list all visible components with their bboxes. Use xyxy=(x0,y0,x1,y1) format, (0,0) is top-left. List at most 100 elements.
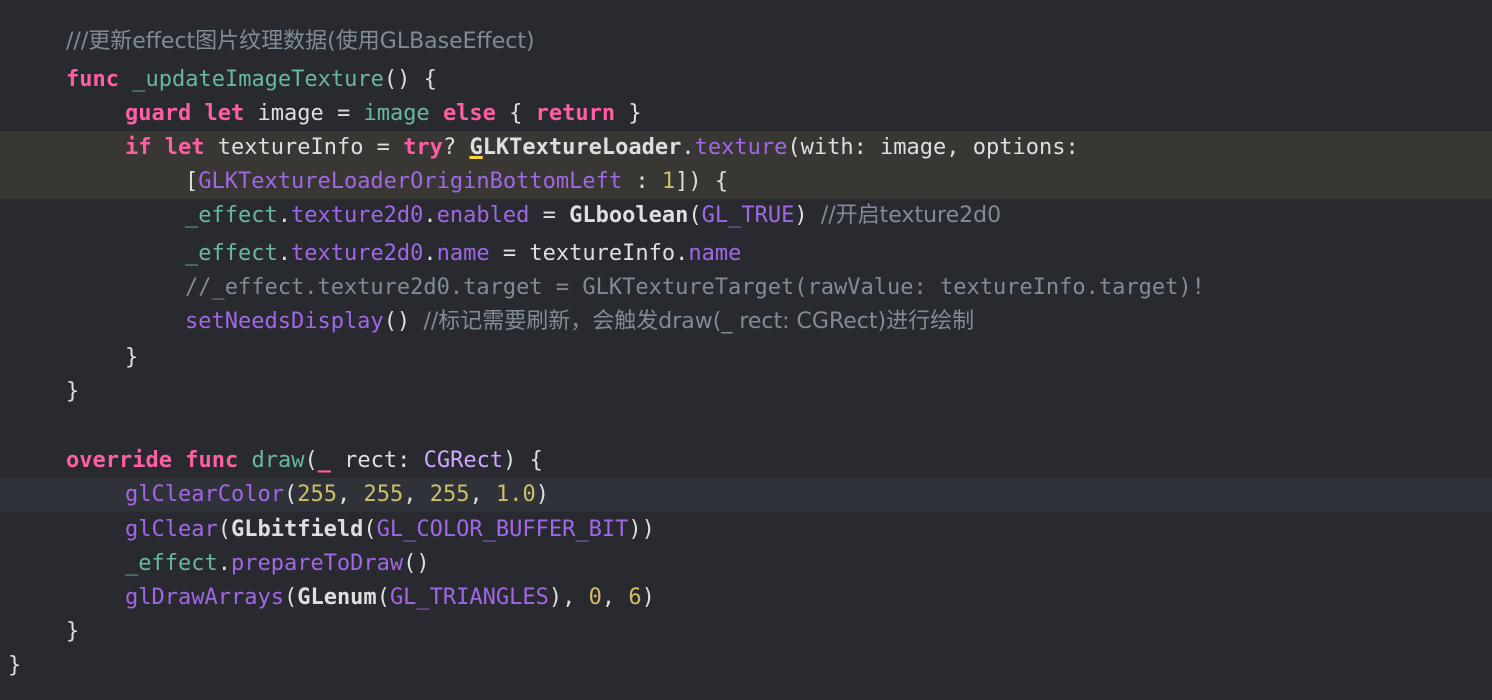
code-text: } xyxy=(8,649,21,683)
code-token: 6 xyxy=(628,585,642,610)
code-token: if xyxy=(125,135,152,160)
code-token: _effect xyxy=(185,241,278,266)
code-line[interactable]: guard let image = image else { return } xyxy=(0,97,1492,131)
code-token: ]) { xyxy=(675,169,729,194)
code-line[interactable]: glDrawArrays(GLenum(GL_TRIANGLES), 0, 6) xyxy=(0,581,1492,615)
code-token: , xyxy=(403,482,430,507)
code-token: _effect xyxy=(185,203,278,228)
code-token: GL_COLOR_BUFFER_BIT xyxy=(376,517,629,542)
code-token: 1.0 xyxy=(495,482,536,507)
code-token: , xyxy=(469,482,496,507)
code-token: texture xyxy=(694,135,788,160)
code-token: = textureInfo. xyxy=(489,241,689,266)
code-token: _ xyxy=(317,448,331,473)
code-line[interactable]: //_effect.texture2d0.target = GLKTexture… xyxy=(0,271,1492,305)
code-token: draw xyxy=(251,448,305,473)
code-text: ///更新effect图片纹理数据(使用GLBaseEffect) xyxy=(66,25,535,59)
code-token: ) xyxy=(641,585,655,610)
code-line[interactable]: } xyxy=(0,341,1492,375)
code-token: image xyxy=(363,101,430,126)
code-token: //开启texture2d0 xyxy=(820,203,1002,228)
code-token: texture2d0 xyxy=(290,241,424,266)
code-text: } xyxy=(125,341,138,375)
code-token: , xyxy=(336,482,364,507)
code-token: ( xyxy=(688,203,702,228)
code-line-warning[interactable]: if let textureInfo = try? GLKTextureLoad… xyxy=(0,131,1492,165)
code-token: } xyxy=(8,653,22,678)
code-text: setNeedsDisplay() //标记需要刷新，会触发draw(_ rec… xyxy=(185,305,974,339)
code-token: //标记需要刷新，会触发draw(_ rect: CGRect)进行绘制 xyxy=(423,309,975,334)
code-text: if let textureInfo = try? GLKTextureLoad… xyxy=(125,131,1079,165)
code-line[interactable]: _effect.texture2d0.name = textureInfo.na… xyxy=(0,237,1492,271)
code-line[interactable]: func _updateImageTexture() { xyxy=(0,63,1492,97)
code-token: } xyxy=(66,379,80,404)
code-token: _effect xyxy=(125,551,218,576)
code-text: glClear(GLbitfield(GL_COLOR_BUFFER_BIT)) xyxy=(125,513,655,547)
code-token: GLboolean xyxy=(569,203,689,228)
code-token: 255 xyxy=(429,482,470,507)
code-token: func xyxy=(66,67,119,92)
code-token: [ xyxy=(185,169,199,194)
code-text: //_effect.texture2d0.target = GLKTexture… xyxy=(185,271,1205,305)
code-line-current[interactable]: glClearColor(255, 255, 255, 1.0) xyxy=(0,478,1492,512)
code-token: : xyxy=(622,169,662,194)
code-token: _updateImageTexture xyxy=(132,67,384,92)
code-token: { xyxy=(495,101,536,126)
code-token: ) xyxy=(794,203,821,228)
code-token: = xyxy=(529,203,570,228)
code-text: [GLKTextureLoaderOriginBottomLeft : 1]) … xyxy=(185,165,728,199)
code-line[interactable]: _effect.texture2d0.enabled = GLboolean(G… xyxy=(0,199,1492,233)
code-token: . xyxy=(423,203,437,228)
code-text: override func draw(_ rect: CGRect) { xyxy=(66,444,543,478)
code-token: image = xyxy=(244,101,364,126)
code-token: else xyxy=(442,101,496,126)
code-token: ( xyxy=(217,517,231,542)
code-token: texture2d0 xyxy=(290,203,424,228)
code-text: _effect.prepareToDraw() xyxy=(125,547,430,581)
code-line[interactable]: } xyxy=(0,649,1492,683)
code-line[interactable] xyxy=(0,410,1492,444)
code-token: ( xyxy=(363,517,377,542)
code-line-warning[interactable]: [GLKTextureLoaderOriginBottomLeft : 1]) … xyxy=(0,165,1492,199)
code-token: () xyxy=(403,551,430,576)
code-token: textureInfo = xyxy=(204,135,404,160)
code-token: return xyxy=(535,101,616,126)
code-token: name xyxy=(436,241,490,266)
code-text: glClearColor(255, 255, 255, 1.0) xyxy=(125,478,549,512)
code-line[interactable]: override func draw(_ rect: CGRect) { xyxy=(0,444,1492,478)
code-token: , xyxy=(601,585,629,610)
code-token: //_effect.texture2d0.target = GLKTexture… xyxy=(185,275,1205,300)
code-token: try xyxy=(403,135,443,160)
code-token: enabled xyxy=(436,203,530,228)
code-token: GLbitfield xyxy=(230,517,364,542)
code-token: setNeedsDisplay xyxy=(185,309,384,334)
code-token: ? xyxy=(442,135,470,160)
code-line[interactable]: } xyxy=(0,615,1492,649)
code-token: glDrawArrays xyxy=(125,585,284,610)
code-token: name xyxy=(688,241,742,266)
code-text: guard let image = image else { return } xyxy=(125,97,642,131)
code-token: . xyxy=(681,135,695,160)
code-line[interactable]: setNeedsDisplay() //标记需要刷新，会触发draw(_ rec… xyxy=(0,305,1492,339)
code-line[interactable]: _effect.prepareToDraw() xyxy=(0,547,1492,581)
code-line[interactable]: ///更新effect图片纹理数据(使用GLBaseEffect) xyxy=(0,25,1492,59)
code-line[interactable]: glClear(GLbitfield(GL_COLOR_BUFFER_BIT)) xyxy=(0,513,1492,547)
code-token: 255 xyxy=(297,482,337,507)
code-editor[interactable]: ///更新effect图片纹理数据(使用GLBaseEffect) func _… xyxy=(0,0,1492,700)
code-line[interactable]: } xyxy=(0,375,1492,409)
code-token: . xyxy=(277,203,291,228)
code-token: GL_TRIANGLES xyxy=(389,585,549,610)
code-token: 0 xyxy=(588,585,602,610)
code-token: (with: image, options: xyxy=(787,135,1079,160)
code-token: GLenum xyxy=(297,585,377,610)
code-token: ), xyxy=(548,585,589,610)
code-text: _effect.texture2d0.enabled = GLboolean(G… xyxy=(185,199,1001,233)
code-token: () { xyxy=(383,67,437,92)
code-token: . xyxy=(423,241,437,266)
